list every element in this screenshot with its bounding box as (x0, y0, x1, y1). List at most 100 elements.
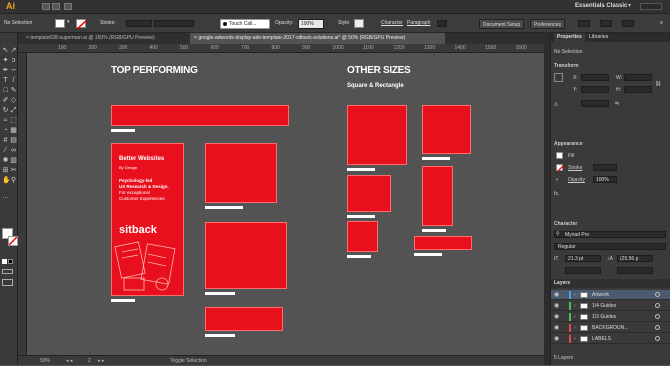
arrange-documents-icon[interactable] (64, 3, 72, 10)
blend-tool-icon[interactable]: ∞ (10, 147, 17, 154)
font-size-input[interactable]: 21.3 pt (565, 255, 601, 262)
document-setup-button[interactable]: Document Setup (479, 19, 525, 29)
expand-chevron-icon[interactable]: › (574, 334, 576, 344)
align-icon[interactable] (437, 20, 447, 27)
curvature-tool-icon[interactable]: ∽ (10, 67, 17, 74)
reference-point-icon[interactable] (554, 73, 563, 82)
expand-chevron-icon[interactable]: › (574, 312, 576, 322)
artboard-square-medium[interactable] (205, 143, 277, 203)
paintbrush-tool-icon[interactable]: ✎ (10, 87, 17, 94)
zoom-tool-icon[interactable]: ⚲ (10, 177, 17, 184)
lasso-tool-icon[interactable]: ↄ (10, 57, 17, 64)
graph-tool-icon[interactable]: ▥ (10, 157, 17, 164)
panel-menu-icon[interactable]: ≡ (660, 18, 663, 29)
chevron-down-icon[interactable]: ▾ (67, 17, 70, 28)
leading-input[interactable]: (25.56 p (617, 255, 653, 262)
layer-target-icon[interactable] (655, 314, 660, 319)
search-stock-input[interactable] (640, 3, 662, 10)
edit-toolbar-icon[interactable]: … (2, 193, 9, 200)
stock-icon[interactable] (52, 3, 60, 10)
draw-mode-icon[interactable] (2, 269, 13, 274)
graphic-style-swatch[interactable] (354, 19, 364, 28)
x-input[interactable] (581, 74, 609, 81)
stroke-link[interactable]: Stroke (568, 165, 582, 171)
eyedropper-tool-icon[interactable]: ⁄ (2, 147, 9, 154)
stroke-swatch[interactable] (556, 164, 564, 172)
layer-row[interactable]: ◉ › 1/3 Guides (551, 312, 670, 322)
hand-tool-icon[interactable]: ✋ (2, 177, 11, 184)
arrange-icon[interactable] (578, 20, 590, 27)
brush-definition-select[interactable]: Touch Call... (220, 19, 270, 29)
font-style-select[interactable]: Regular (554, 243, 666, 250)
h-input[interactable] (624, 86, 652, 93)
artboard-vertical-rectangle[interactable] (422, 166, 453, 226)
visibility-eye-icon[interactable]: ◉ (554, 301, 559, 311)
bridge-icon[interactable] (42, 3, 50, 10)
mesh-tool-icon[interactable]: # (2, 137, 9, 144)
tab-properties[interactable]: Properties (554, 33, 585, 42)
y-input[interactable] (581, 86, 609, 93)
visibility-eye-icon[interactable]: ◉ (554, 334, 559, 344)
flip-icon[interactable]: ⇋ (615, 101, 619, 107)
tab-superman[interactable]: × template028-superman.ai @ 150% (RGB/GP… (22, 33, 182, 44)
link-dimensions-icon[interactable]: ⛓ (655, 81, 661, 87)
stroke-color-swatch[interactable] (8, 236, 18, 246)
layer-row[interactable]: ◉ › LABELS (551, 334, 670, 344)
expand-chevron-icon[interactable]: › (574, 301, 576, 311)
recolor-icon[interactable] (600, 20, 612, 27)
layer-target-icon[interactable] (655, 292, 660, 297)
layer-row[interactable]: ◉ › 1/4 Guides (551, 301, 670, 311)
variable-width-select[interactable] (154, 20, 194, 27)
width-tool-icon[interactable]: ≈ (2, 117, 9, 124)
rotate-icon[interactable]: ◬ (554, 101, 558, 107)
line-tool-icon[interactable]: / (10, 77, 17, 84)
expand-chevron-icon[interactable]: › (574, 323, 576, 333)
magic-wand-tool-icon[interactable]: ✦ (2, 57, 9, 64)
visibility-eye-icon[interactable]: ◉ (554, 312, 559, 322)
canvas[interactable]: TOP PERFORMING OTHER SIZES Square & Rect… (27, 53, 544, 355)
slice-tool-icon[interactable]: ✂ (10, 167, 17, 174)
layer-row[interactable]: ◉ › BACKGROUN... (551, 323, 670, 333)
scale-tool-icon[interactable]: ⤢ (10, 107, 17, 114)
workspace-switcher[interactable]: Essentials Classic (575, 3, 627, 9)
artboard-skyscraper-ad[interactable]: Better Websites By Design Psychology-led… (111, 143, 184, 296)
expand-chevron-icon[interactable]: › (574, 290, 576, 300)
selection-tool-icon[interactable]: ↖ (2, 47, 9, 54)
type-tool-icon[interactable]: T (2, 77, 9, 84)
artboard-small-square[interactable] (422, 105, 471, 154)
tab-google-adwords[interactable]: × google-adwords-display-ads-template-20… (190, 33, 445, 44)
rectangle-tool-icon[interactable]: □ (2, 87, 9, 94)
character-link[interactable]: Character (381, 18, 403, 29)
preferences-button[interactable]: Preferences (530, 19, 565, 29)
direct-selection-tool-icon[interactable]: ↗ (10, 47, 17, 54)
fill-swatch[interactable] (55, 19, 65, 28)
layer-target-icon[interactable] (655, 336, 660, 341)
gradient-tool-icon[interactable]: ▤ (10, 137, 17, 144)
opacity-input[interactable]: 100% (298, 19, 324, 29)
screen-mode-icon[interactable] (2, 279, 13, 286)
artboard-leaderboard[interactable] (111, 105, 289, 126)
tracking-input[interactable] (617, 267, 653, 274)
workspace-chevron-icon[interactable]: ▾ (628, 2, 631, 9)
layer-target-icon[interactable] (655, 303, 660, 308)
artboard-rectangle[interactable] (347, 175, 391, 212)
artboard-square[interactable] (347, 105, 407, 165)
visibility-eye-icon[interactable]: ◉ (554, 290, 559, 300)
symbol-sprayer-tool-icon[interactable]: ✺ (2, 157, 9, 164)
w-input[interactable] (624, 74, 652, 81)
rotate-input[interactable] (581, 100, 609, 107)
artboard-medium-rectangle[interactable] (205, 222, 287, 289)
free-transform-tool-icon[interactable]: ⬚ (10, 117, 17, 124)
kerning-input[interactable] (565, 267, 601, 274)
shaper-tool-icon[interactable]: ✐ (2, 97, 9, 104)
tab-libraries[interactable]: Libraries (586, 33, 611, 42)
stroke-weight-input[interactable] (126, 20, 152, 27)
opacity-input[interactable]: 100% (593, 176, 617, 183)
artboard-tool-icon[interactable]: ⊞ (2, 167, 9, 174)
opacity-link[interactable]: Opacity (568, 177, 585, 183)
eraser-tool-icon[interactable]: ◇ (10, 97, 17, 104)
pen-tool-icon[interactable]: ✒ (2, 67, 9, 74)
artboard-large-mobile-banner[interactable] (205, 307, 283, 331)
stroke-swatch[interactable] (76, 19, 87, 29)
artboard-small-banner[interactable] (414, 236, 472, 250)
